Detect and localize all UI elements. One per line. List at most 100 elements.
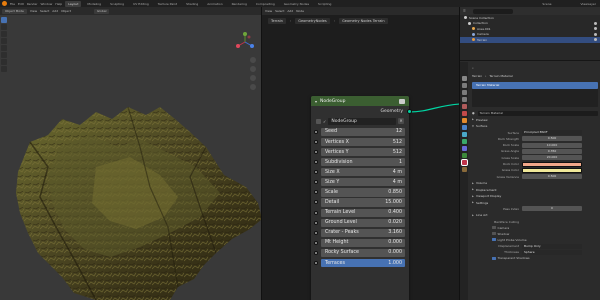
section-line-art[interactable]: ▶ Line Art <box>472 213 598 219</box>
transform-orientation-selector[interactable]: Global <box>93 8 110 14</box>
material-browse-icon[interactable]: ● <box>472 111 475 115</box>
section-viewport-display[interactable]: ▶ Viewport Display <box>472 193 598 199</box>
workspace-tab-animation[interactable]: Animation <box>204 1 225 7</box>
param-seed-field[interactable]: Seed 12 <box>314 127 405 137</box>
input-socket[interactable] <box>314 160 318 165</box>
transform-tool-icon[interactable] <box>1 52 7 58</box>
param-ground-level-field[interactable]: Ground Level 0.020 <box>314 218 405 227</box>
select-box-tool-icon[interactable] <box>1 17 7 23</box>
section-displacement[interactable]: ▶ Displacement <box>472 187 598 193</box>
material-tab-icon[interactable] <box>460 159 468 166</box>
menu-edit[interactable]: Edit <box>18 2 24 6</box>
workspace-tab-uv-editing[interactable]: UV Editing <box>130 1 152 7</box>
mode-selector[interactable]: Object Mode <box>2 8 27 14</box>
check-shadow[interactable]: Shadow <box>472 231 598 237</box>
breadcrumb-object[interactable]: Terrain <box>268 18 286 24</box>
object-tab-icon[interactable] <box>461 118 467 123</box>
color-swatch[interactable] <box>522 167 582 173</box>
checkbox[interactable] <box>492 237 496 242</box>
visibility-eye-icon[interactable] <box>594 38 597 41</box>
material-name-field[interactable]: Terrain Material <box>477 110 598 116</box>
fake-user-check-icon[interactable]: ✓ <box>323 119 326 124</box>
viewport-menu-select[interactable]: Select <box>40 9 49 13</box>
thickness-select[interactable]: Sphere <box>522 249 582 255</box>
section-surface[interactable]: ▼ Surface <box>472 124 598 130</box>
navigation-gizmo-icon[interactable] <box>234 31 256 53</box>
move-tool-icon[interactable] <box>1 31 7 37</box>
pan-hand-icon[interactable] <box>250 66 256 72</box>
param-subdivision-field[interactable]: Subdivision 1 <box>314 158 405 167</box>
viewport-menu-add[interactable]: Add <box>52 9 58 13</box>
node-header[interactable]: ▾ NodeGroup <box>311 96 409 106</box>
param-terraces-field[interactable]: Terraces 1.000 <box>314 258 405 268</box>
input-socket[interactable] <box>314 190 318 195</box>
unlink-icon[interactable]: ✕ <box>398 118 404 124</box>
menu-render[interactable]: Render <box>27 2 38 6</box>
node-group-name-field[interactable]: NodeGroup <box>328 117 396 125</box>
properties-search-icon[interactable]: ⌕ <box>472 66 474 70</box>
world-tab-icon[interactable] <box>461 111 467 116</box>
scene-tab-icon[interactable] <box>461 104 467 109</box>
modifier-tab-icon[interactable] <box>461 125 467 130</box>
checkbox[interactable] <box>492 231 496 236</box>
workspace-tab-rendering[interactable]: Rendering <box>229 1 250 7</box>
outliner-search-input[interactable] <box>472 8 513 14</box>
section-volume[interactable]: ▶ Volume <box>472 180 598 186</box>
zoom-icon[interactable] <box>250 57 256 63</box>
value-field[interactable]: 10.000 <box>522 142 582 148</box>
outliner-display-mode-icon[interactable]: ☰ <box>463 9 466 13</box>
menu-file[interactable]: File <box>10 2 15 6</box>
viewport-menu-object[interactable]: Object <box>61 9 71 13</box>
workspace-tab-compositing[interactable]: Compositing <box>253 1 278 7</box>
properties-editor[interactable]: ⌕ Terrain › Terrain Material Terrain Mat… <box>460 62 600 300</box>
value-field[interactable]: 0.500 <box>522 174 582 180</box>
scene-selector[interactable]: Scene <box>542 2 577 6</box>
breadcrumb-modifier[interactable]: GeometryNodes <box>295 18 330 24</box>
scale-tool-icon[interactable] <box>1 45 7 51</box>
3d-viewport[interactable]: Object Mode View Select Add Object Globa… <box>0 7 261 300</box>
menu-window[interactable]: Window <box>41 2 53 6</box>
input-socket[interactable] <box>314 139 318 144</box>
rotate-tool-icon[interactable] <box>1 38 7 44</box>
output-tab-icon[interactable] <box>461 90 467 95</box>
input-socket[interactable] <box>314 250 318 255</box>
input-socket[interactable] <box>314 240 318 245</box>
param-rocky-surface-field[interactable]: Rocky Surface 0.000 <box>314 248 405 258</box>
transparent-shadows-check[interactable]: Transparent Shadows <box>472 256 598 262</box>
annotate-tool-icon[interactable] <box>1 59 7 65</box>
view-layer-selector[interactable]: ViewLayer <box>581 2 600 6</box>
grid-icon[interactable] <box>250 84 256 90</box>
tool-tab-icon[interactable] <box>461 76 467 81</box>
pass-index-field[interactable]: 0 <box>522 206 582 212</box>
checkbox[interactable] <box>492 256 496 261</box>
constraints-tab-icon[interactable] <box>461 146 467 151</box>
input-socket[interactable] <box>314 230 318 235</box>
workspace-tab-shading[interactable]: Shading <box>183 1 201 7</box>
outliner[interactable]: ☰ Scene Collection Collection Area.001 Came… <box>460 7 600 61</box>
param-crater-peaks-field[interactable]: Crater - Peaks 3.160 <box>314 228 405 237</box>
displacement-select[interactable]: Bump Only <box>522 243 582 249</box>
viewport-menu-view[interactable]: View <box>30 9 37 13</box>
render-tab-icon[interactable] <box>461 83 467 88</box>
param-terrain-level-field[interactable]: Terrain Level 0.400 <box>314 208 405 217</box>
node-menu-select[interactable]: Select <box>275 9 284 13</box>
param-size-x-field[interactable]: Size X 4 m <box>314 168 405 177</box>
workspace-tab-sculpting[interactable]: Sculpting <box>107 1 127 7</box>
cursor-tool-icon[interactable] <box>1 24 7 30</box>
section-preview[interactable]: ▶ Preview <box>472 117 598 123</box>
checkbox[interactable] <box>492 225 496 230</box>
value-field[interactable]: 0.500 <box>522 136 582 142</box>
input-socket[interactable] <box>314 220 318 225</box>
node-menu-view[interactable]: View <box>265 9 272 13</box>
value-field[interactable]: Principled BSDF <box>522 130 582 136</box>
node-menu-node[interactable]: Node <box>296 9 304 13</box>
check-camera[interactable]: Camera <box>472 225 598 231</box>
workspace-tab-texture-paint[interactable]: Texture Paint <box>155 1 180 7</box>
visibility-eye-icon[interactable] <box>594 32 597 36</box>
outliner-item-terrain[interactable]: Terrain <box>460 37 600 43</box>
breadcrumb-node-tree[interactable]: Geometry Nodes Terrain <box>339 18 388 24</box>
workspace-tab-layout[interactable]: Layout <box>65 0 82 7</box>
workspace-tab-geometry-nodes[interactable]: Geometry Nodes <box>281 1 312 7</box>
geometry-output-socket[interactable] <box>407 109 412 114</box>
param-vertices-x-field[interactable]: Vertices X 512 <box>314 137 405 147</box>
